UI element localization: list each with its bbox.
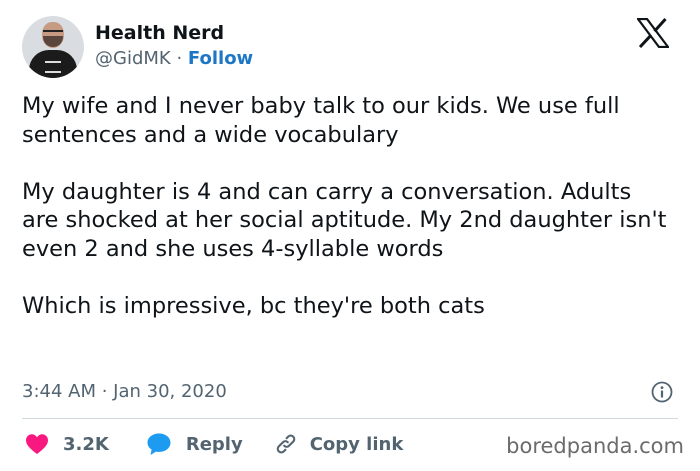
author-handle[interactable]: @GidMK	[95, 48, 171, 69]
author-name[interactable]: Health Nerd	[95, 21, 224, 45]
like-count: 3.2K	[63, 433, 109, 455]
link-icon	[274, 432, 298, 456]
tweet-timestamp[interactable]: 3:44 AM · Jan 30, 2020	[22, 380, 227, 404]
divider	[22, 418, 678, 419]
follow-button[interactable]: Follow	[188, 48, 253, 69]
tweet-card: Health Nerd @GidMK · Follow My wife and …	[0, 0, 700, 471]
avatar[interactable]	[22, 16, 84, 78]
x-logo-icon[interactable]	[635, 17, 671, 49]
tweet-text: My wife and I never baby talk to our kid…	[22, 93, 667, 319]
info-icon[interactable]	[651, 381, 673, 403]
chat-bubble-icon	[146, 432, 172, 456]
watermark: boredpanda.com	[506, 434, 684, 458]
avatar-glasses	[43, 30, 63, 36]
author-handle-row: @GidMK · Follow	[95, 47, 253, 71]
avatar-shirt-print	[45, 61, 61, 73]
reply-button[interactable]: Reply	[146, 432, 243, 456]
action-bar: 3.2K Reply Copy link	[22, 431, 403, 457]
copy-link-label: Copy link	[309, 433, 404, 455]
reply-label: Reply	[185, 433, 243, 455]
like-button[interactable]: 3.2K	[25, 433, 109, 455]
copy-link-button[interactable]: Copy link	[274, 432, 404, 456]
heart-icon	[25, 433, 49, 455]
handle-separator: ·	[176, 48, 183, 69]
